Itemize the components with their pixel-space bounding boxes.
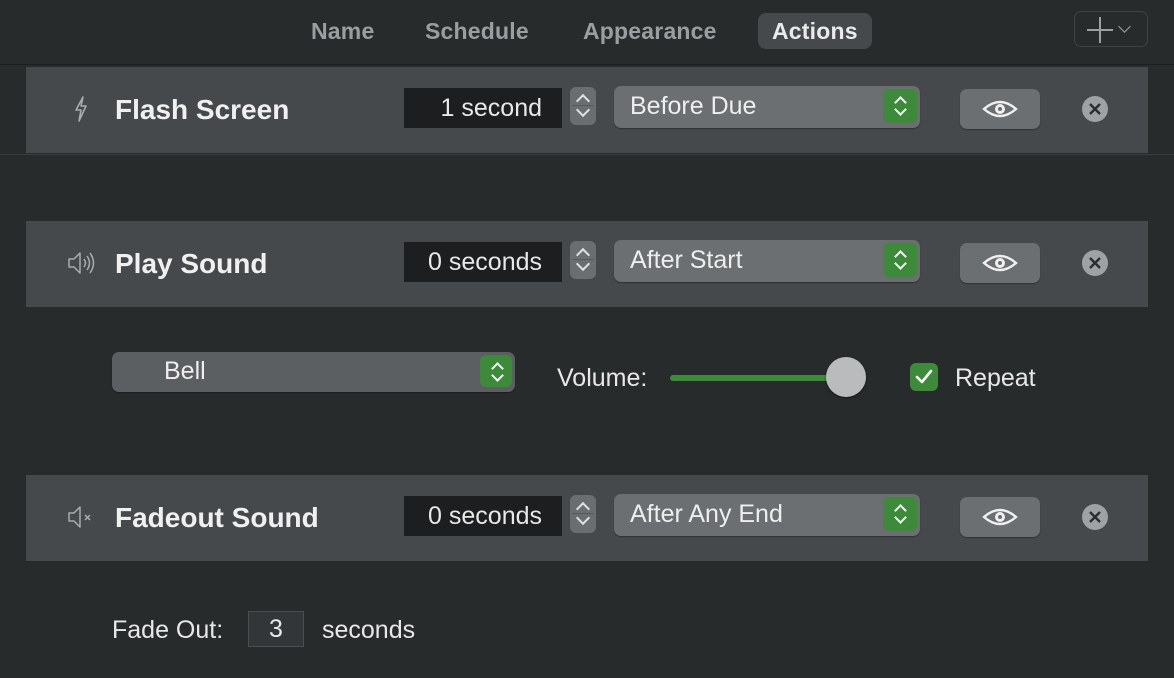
- duration-stepper[interactable]: [570, 495, 596, 533]
- popup-arrows-icon: [883, 243, 917, 277]
- action-title: Fadeout Sound: [115, 502, 319, 533]
- preview-button[interactable]: [960, 89, 1040, 129]
- timing-popup[interactable]: Before Due: [614, 86, 920, 128]
- timing-value: Before Due: [630, 92, 757, 120]
- popup-arrows-icon: [883, 497, 917, 531]
- preview-button[interactable]: [960, 243, 1040, 283]
- close-icon: [1089, 511, 1101, 523]
- tab-actions[interactable]: Actions: [758, 13, 872, 49]
- duration-field[interactable]: 1 second: [404, 88, 562, 128]
- volume-label: Volume:: [557, 364, 648, 392]
- remove-action-button[interactable]: [1082, 504, 1108, 530]
- action-title: Play Sound: [115, 248, 268, 279]
- chevron-down-icon: [1118, 20, 1131, 33]
- speaker-muted-icon: [66, 501, 98, 533]
- volume-slider-knob[interactable]: [826, 357, 867, 397]
- action-row-flash-screen: Flash Screen 1 second Before Due: [26, 67, 1148, 153]
- fade-out-input[interactable]: 3: [248, 611, 304, 647]
- volume-slider-track[interactable]: [670, 375, 847, 381]
- tab-bar: Name Schedule Appearance Actions: [0, 0, 1174, 65]
- speaker-icon: [66, 247, 98, 279]
- duration-stepper[interactable]: [570, 87, 596, 125]
- divider: [0, 154, 1174, 155]
- action-row-play-sound: Play Sound 0 seconds After Start: [26, 221, 1148, 307]
- remove-action-button[interactable]: [1082, 96, 1108, 122]
- popup-arrows-icon: [883, 89, 917, 123]
- preview-button[interactable]: [960, 497, 1040, 537]
- fade-out-label: Fade Out:: [112, 616, 224, 644]
- repeat-checkbox[interactable]: [910, 363, 938, 391]
- duration-field[interactable]: 0 seconds: [404, 242, 562, 282]
- close-icon: [1089, 103, 1101, 115]
- tab-schedule[interactable]: Schedule: [411, 13, 543, 49]
- fade-out-unit: seconds: [322, 616, 416, 644]
- popup-arrows-icon: [480, 355, 512, 387]
- timing-value: After Start: [630, 246, 743, 274]
- add-action-button[interactable]: [1074, 11, 1148, 47]
- action-title: Flash Screen: [115, 94, 290, 125]
- lightning-icon: [66, 93, 98, 125]
- tab-appearance[interactable]: Appearance: [569, 13, 731, 49]
- duration-stepper[interactable]: [570, 241, 596, 279]
- tab-name[interactable]: Name: [297, 13, 388, 49]
- sound-value: Bell: [164, 357, 206, 385]
- eye-icon: [982, 100, 1018, 118]
- action-row-fadeout-sound: Fadeout Sound 0 seconds After Any End: [26, 475, 1148, 561]
- timing-value: After Any End: [630, 500, 783, 528]
- eye-icon: [982, 508, 1018, 526]
- repeat-label: Repeat: [955, 364, 1036, 392]
- remove-action-button[interactable]: [1082, 250, 1108, 276]
- duration-field[interactable]: 0 seconds: [404, 496, 562, 536]
- timing-popup[interactable]: After Start: [614, 240, 920, 282]
- sound-popup[interactable]: Bell: [112, 352, 515, 392]
- close-icon: [1089, 257, 1101, 269]
- checkmark-icon: [915, 369, 933, 384]
- timing-popup[interactable]: After Any End: [614, 494, 920, 536]
- eye-icon: [982, 254, 1018, 272]
